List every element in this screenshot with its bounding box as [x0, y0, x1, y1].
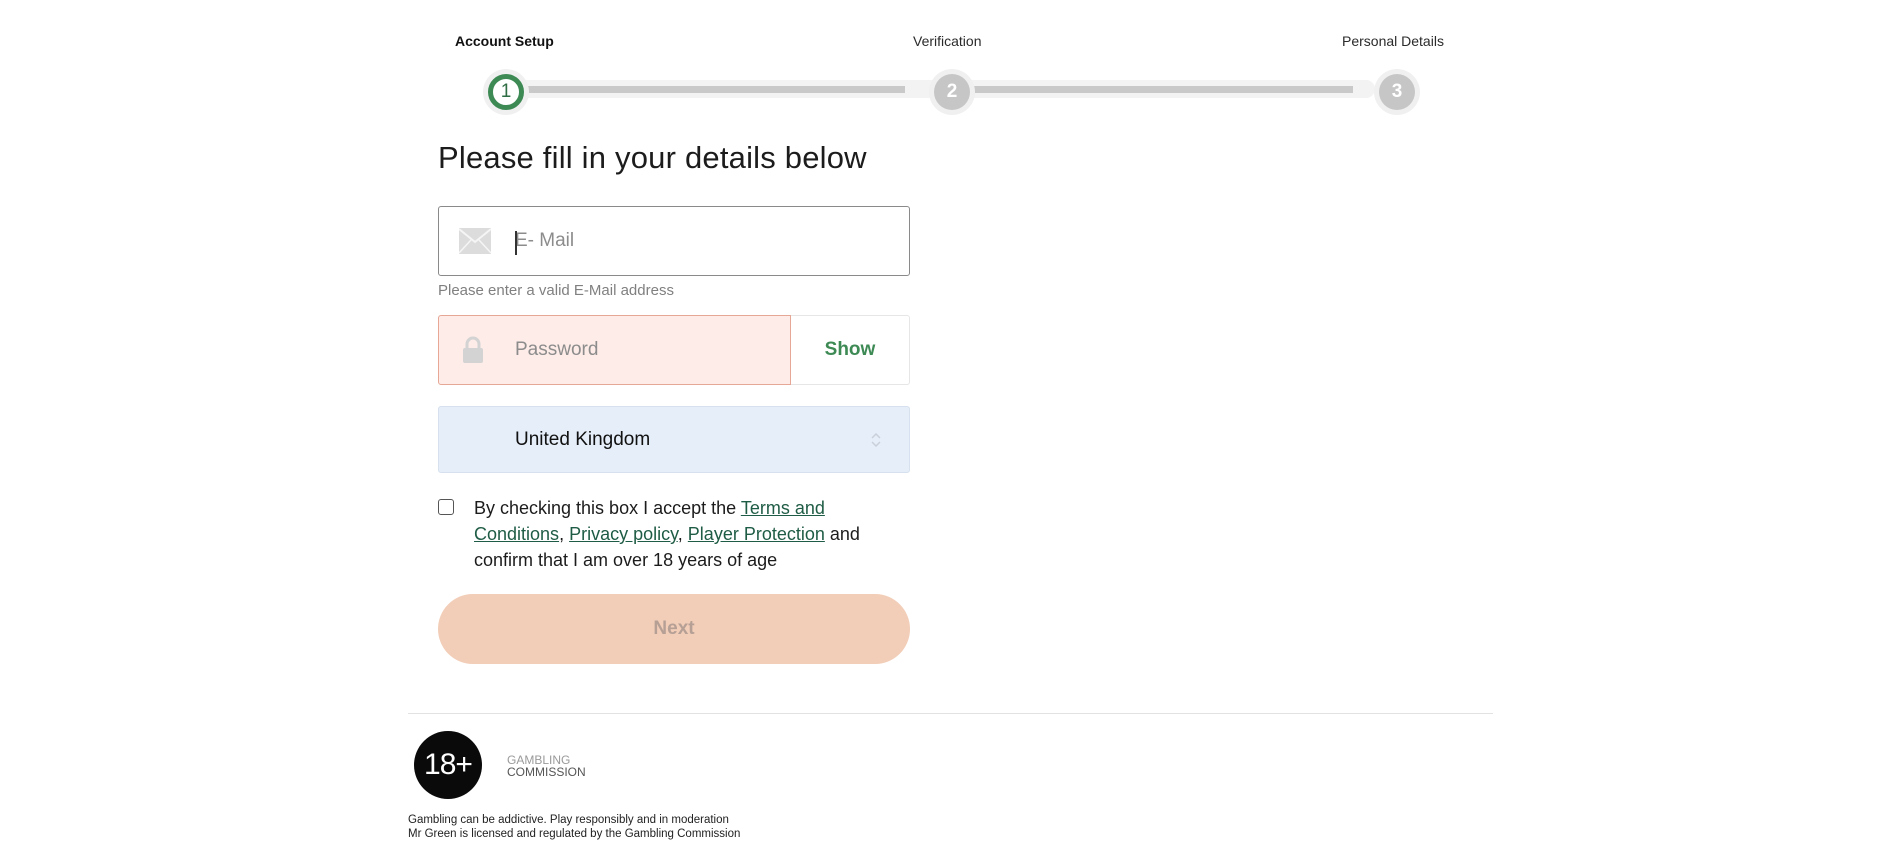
consent-checkbox[interactable] — [438, 499, 454, 515]
consent-sep-2: , — [677, 524, 688, 544]
step-2-circle: 2 — [934, 74, 970, 110]
consent-text: By checking this box I accept the Terms … — [474, 495, 904, 573]
registration-form: Please fill in your details below Please… — [438, 140, 910, 664]
lock-icon — [463, 336, 483, 363]
email-input[interactable] — [515, 230, 875, 252]
consent-text-before: By checking this box I accept the — [474, 498, 741, 518]
footer-divider — [408, 713, 1493, 714]
updown-chevron-icon — [871, 432, 881, 447]
gc-logo-line-2: COMMISSION — [507, 765, 586, 779]
country-select[interactable]: United Kingdom — [438, 406, 910, 473]
envelope-icon — [459, 228, 491, 254]
email-field[interactable] — [438, 206, 910, 276]
show-password-button[interactable]: Show — [791, 315, 910, 385]
gambling-commission-logo[interactable]: GAMBLING COMMISSION — [507, 754, 586, 778]
step-label-verification: Verification — [913, 33, 982, 49]
step-1-circle: 1 — [488, 74, 524, 110]
consent-row: By checking this box I accept the Terms … — [438, 495, 910, 573]
email-validation-hint: Please enter a valid E-Mail address — [438, 282, 674, 299]
country-select-value: United Kingdom — [515, 428, 651, 450]
footer-disclaimer: Gambling can be addictive. Play responsi… — [408, 813, 740, 841]
progress-stepper: Account Setup Verification Personal Deta… — [455, 28, 1455, 118]
stepper-track-2-3 — [955, 86, 1353, 93]
password-field[interactable] — [438, 315, 791, 385]
next-button[interactable]: Next — [438, 594, 910, 664]
stepper-track-1-2 — [505, 86, 905, 93]
password-row: Show — [438, 315, 910, 385]
privacy-policy-link[interactable]: Privacy policy — [569, 524, 678, 544]
player-protection-link[interactable]: Player Protection — [688, 524, 825, 544]
footer-line-1: Gambling can be addictive. Play responsi… — [408, 814, 729, 826]
footer-line-2: Mr Green is licensed and regulated by th… — [408, 828, 741, 840]
step-label-account-setup: Account Setup — [455, 33, 554, 49]
step-label-personal-details: Personal Details — [1342, 33, 1444, 49]
password-input[interactable] — [515, 339, 765, 361]
page-title: Please fill in your details below — [438, 140, 867, 175]
step-3-circle: 3 — [1379, 74, 1415, 110]
consent-sep-1: , — [559, 524, 570, 544]
text-caret — [515, 231, 517, 255]
age-18-plus-badge: 18+ — [414, 731, 482, 799]
